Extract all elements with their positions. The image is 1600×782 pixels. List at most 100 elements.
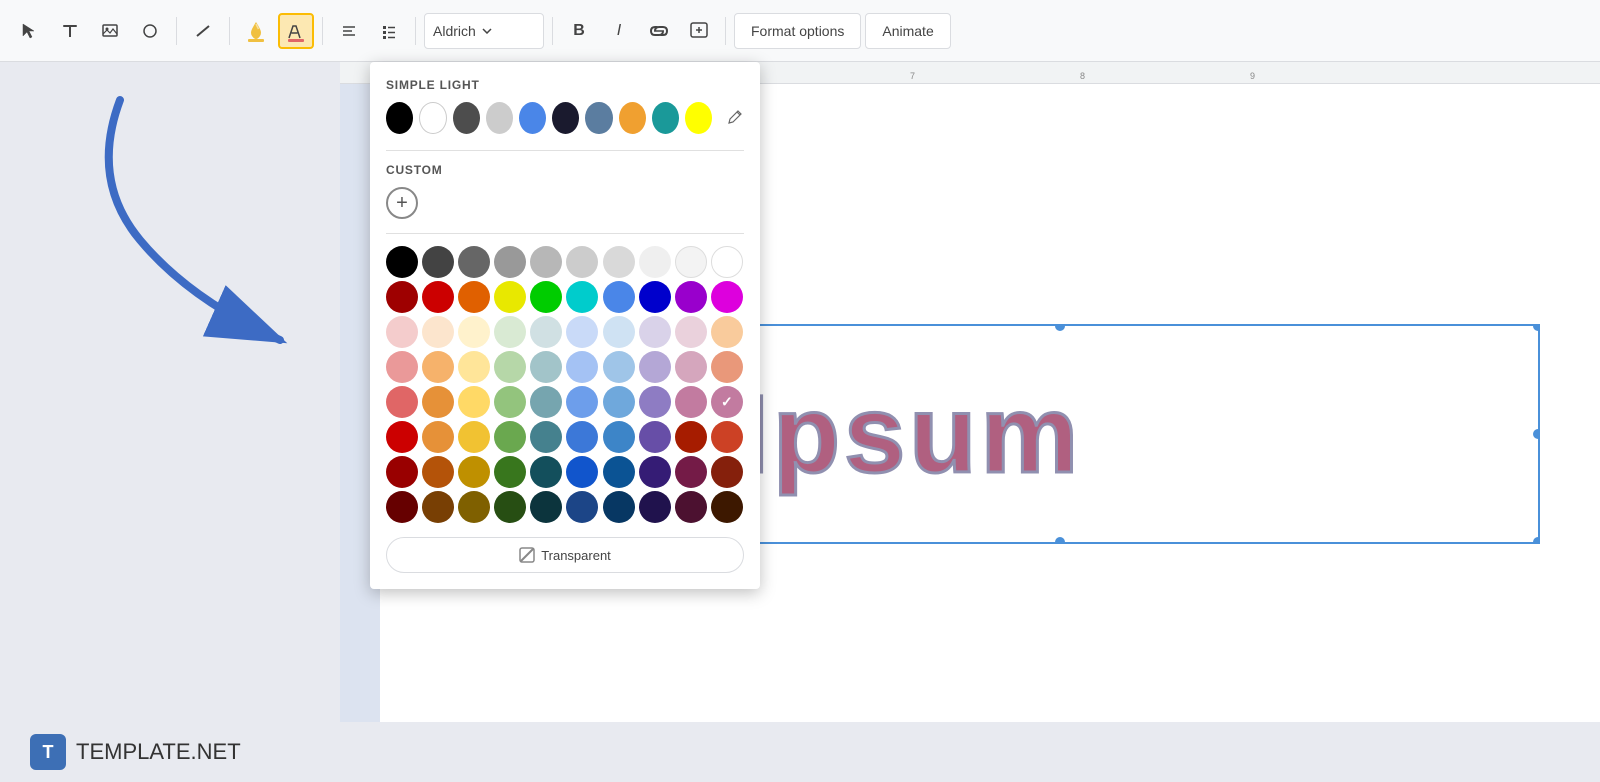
color-cell[interactable] <box>386 246 418 278</box>
color-cell[interactable] <box>603 386 635 418</box>
color-cell[interactable] <box>711 246 743 278</box>
color-cell[interactable] <box>494 281 526 313</box>
color-cell[interactable] <box>422 386 454 418</box>
color-cell[interactable] <box>386 421 418 453</box>
color-cell[interactable] <box>458 351 490 383</box>
color-cell[interactable] <box>639 421 671 453</box>
shape-tool-button[interactable] <box>132 13 168 49</box>
color-cell[interactable] <box>675 421 707 453</box>
handle-top[interactable] <box>1055 324 1065 331</box>
color-cell[interactable] <box>603 491 635 523</box>
color-cell[interactable] <box>530 246 562 278</box>
bullets-button[interactable] <box>371 13 407 49</box>
color-cell[interactable] <box>386 281 418 313</box>
add-custom-color-button[interactable]: + <box>386 187 418 219</box>
color-cell[interactable] <box>458 316 490 348</box>
simple-color-blue[interactable] <box>519 102 546 134</box>
color-cell[interactable] <box>603 246 635 278</box>
color-cell[interactable] <box>422 456 454 488</box>
color-cell[interactable] <box>422 491 454 523</box>
color-cell[interactable] <box>603 456 635 488</box>
fill-color-button[interactable] <box>238 13 274 49</box>
color-cell[interactable] <box>675 316 707 348</box>
color-cell[interactable] <box>494 421 526 453</box>
link-button[interactable] <box>641 13 677 49</box>
add-comment-button[interactable] <box>681 13 717 49</box>
color-cell[interactable] <box>711 421 743 453</box>
color-cell[interactable] <box>494 386 526 418</box>
color-cell[interactable] <box>566 456 598 488</box>
color-cell[interactable] <box>530 456 562 488</box>
select-tool-button[interactable] <box>12 13 48 49</box>
color-cell[interactable] <box>639 246 671 278</box>
color-cell[interactable] <box>639 456 671 488</box>
simple-color-orange[interactable] <box>619 102 646 134</box>
italic-button[interactable]: I <box>601 13 637 49</box>
color-cell[interactable] <box>711 316 743 348</box>
color-cell[interactable] <box>458 281 490 313</box>
color-cell[interactable] <box>711 351 743 383</box>
animate-button[interactable]: Animate <box>865 13 950 49</box>
color-cell[interactable] <box>566 351 598 383</box>
color-cell[interactable] <box>422 351 454 383</box>
color-cell[interactable] <box>458 456 490 488</box>
color-cell[interactable] <box>530 421 562 453</box>
handle-bottom-right[interactable] <box>1533 537 1540 544</box>
color-cell[interactable] <box>711 491 743 523</box>
color-cell[interactable] <box>530 281 562 313</box>
color-cell[interactable] <box>675 456 707 488</box>
simple-color-black[interactable] <box>386 102 413 134</box>
color-cell[interactable] <box>639 351 671 383</box>
text-color-button[interactable] <box>278 13 314 49</box>
handle-bottom[interactable] <box>1055 537 1065 544</box>
color-cell[interactable] <box>494 456 526 488</box>
color-cell[interactable] <box>530 351 562 383</box>
handle-right[interactable] <box>1533 429 1540 439</box>
color-cell[interactable] <box>603 316 635 348</box>
edit-simple-colors-button[interactable] <box>726 102 744 134</box>
color-cell[interactable] <box>530 316 562 348</box>
color-cell[interactable] <box>566 281 598 313</box>
handle-top-right[interactable] <box>1533 324 1540 331</box>
color-cell[interactable] <box>494 351 526 383</box>
simple-color-teal[interactable] <box>652 102 679 134</box>
color-cell[interactable] <box>422 281 454 313</box>
color-cell[interactable] <box>675 246 707 278</box>
simple-color-steelblue[interactable] <box>585 102 612 134</box>
color-cell[interactable] <box>422 421 454 453</box>
color-cell[interactable] <box>639 386 671 418</box>
font-selector[interactable]: Aldrich <box>424 13 544 49</box>
color-cell[interactable] <box>639 281 671 313</box>
color-cell[interactable] <box>675 281 707 313</box>
simple-color-darkgray[interactable] <box>453 102 480 134</box>
color-cell[interactable] <box>603 281 635 313</box>
image-tool-button[interactable] <box>92 13 128 49</box>
color-cell[interactable] <box>566 316 598 348</box>
color-cell[interactable] <box>675 491 707 523</box>
color-cell[interactable] <box>386 351 418 383</box>
format-options-button[interactable]: Format options <box>734 13 861 49</box>
color-cell[interactable] <box>458 386 490 418</box>
color-cell[interactable] <box>386 456 418 488</box>
color-cell[interactable] <box>386 316 418 348</box>
color-cell[interactable] <box>566 386 598 418</box>
simple-color-yellow[interactable] <box>685 102 712 134</box>
color-cell[interactable] <box>639 491 671 523</box>
color-cell[interactable] <box>386 491 418 523</box>
color-cell[interactable] <box>566 246 598 278</box>
color-cell[interactable] <box>458 491 490 523</box>
color-cell[interactable] <box>530 386 562 418</box>
color-cell[interactable] <box>566 491 598 523</box>
color-cell[interactable] <box>494 316 526 348</box>
bold-button[interactable]: B <box>561 13 597 49</box>
color-cell[interactable] <box>458 421 490 453</box>
align-left-button[interactable] <box>331 13 367 49</box>
color-cell[interactable] <box>603 421 635 453</box>
simple-color-lightgray[interactable] <box>486 102 513 134</box>
color-cell[interactable] <box>386 386 418 418</box>
simple-color-darkblue[interactable] <box>552 102 579 134</box>
color-cell[interactable] <box>422 246 454 278</box>
color-cell[interactable] <box>422 316 454 348</box>
color-cell[interactable] <box>494 246 526 278</box>
text-tool-button[interactable] <box>52 13 88 49</box>
